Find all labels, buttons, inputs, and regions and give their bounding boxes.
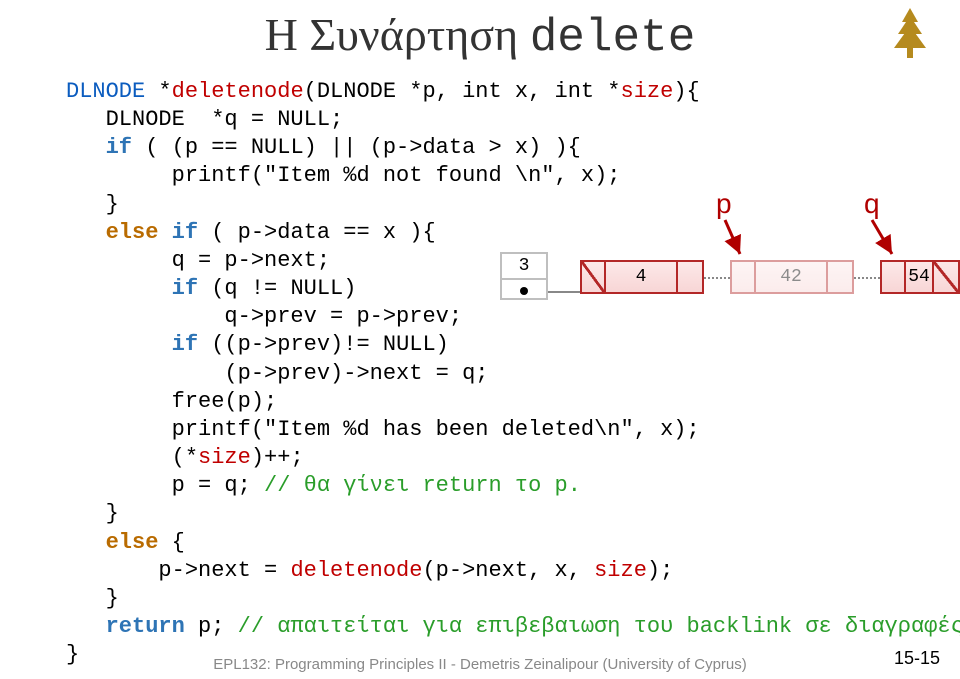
tok: )++; xyxy=(251,445,304,470)
size-count: 3 xyxy=(502,254,546,280)
tok: { xyxy=(158,530,184,555)
tok: ); xyxy=(647,558,673,583)
tok: size xyxy=(198,445,251,470)
tok: (DLNODE *p, int x, int * xyxy=(304,79,621,104)
tok: (p->prev)->next = q; xyxy=(66,361,488,386)
pointer-arrows-icon xyxy=(520,192,940,322)
link-line-icon xyxy=(854,277,880,279)
tok: if xyxy=(172,332,198,357)
tok: } xyxy=(66,501,119,526)
tok: size xyxy=(594,558,647,583)
tok: ((p->prev)!= NULL) xyxy=(198,332,449,357)
tok: deletenode xyxy=(290,558,422,583)
tok: } xyxy=(66,586,119,611)
next-ptr-icon xyxy=(934,262,958,292)
tok: p; xyxy=(185,614,238,639)
tok: ){ xyxy=(673,79,699,104)
tok: (q != NULL) xyxy=(198,276,356,301)
tok: ( (p == NULL) || (p->data > x) ){ xyxy=(132,135,581,160)
node-1: 4 xyxy=(580,260,704,294)
tok: * xyxy=(145,79,171,104)
size-box: 3 xyxy=(500,252,548,300)
tok: p = q; xyxy=(66,473,264,498)
tok: ( p->data == x ){ xyxy=(198,220,436,245)
prev-ptr-icon xyxy=(882,262,906,292)
tok: // θα γίνει return το p. xyxy=(264,473,581,498)
title-func: delete xyxy=(530,12,696,64)
tok: else xyxy=(106,220,159,245)
tok xyxy=(66,530,106,555)
tok: q->prev = p->prev; xyxy=(66,304,462,329)
tok xyxy=(66,332,172,357)
prev-ptr-icon xyxy=(732,262,756,292)
node-3: 54 xyxy=(880,260,960,294)
tok: printf("Item %d not found \n", x); xyxy=(66,163,621,188)
tok xyxy=(66,276,172,301)
title-greek: Η Συνάρτηση xyxy=(265,9,530,60)
prev-ptr-icon xyxy=(582,262,606,292)
node-value: 4 xyxy=(606,262,678,292)
tok: if xyxy=(172,276,198,301)
tok: p->next = xyxy=(66,558,290,583)
footer-text: EPL132: Programming Principles II - Deme… xyxy=(0,656,960,673)
next-ptr-icon xyxy=(678,262,702,292)
tok: size xyxy=(621,79,674,104)
linked-list-diagram: p q 3 4 42 xyxy=(520,192,940,322)
head-pointer-icon xyxy=(502,280,546,302)
tok: if xyxy=(172,220,198,245)
node-2-deleted: 42 xyxy=(730,260,854,294)
link-line-icon xyxy=(704,277,730,279)
node-value: 42 xyxy=(756,262,828,292)
tok xyxy=(158,220,171,245)
tok: DLNODE *q = NULL; xyxy=(66,107,343,132)
tok: // απαιτείται για επιβεβαιωση του backli… xyxy=(238,614,960,639)
tok: DLNODE xyxy=(66,79,145,104)
tok: free(p); xyxy=(66,389,277,414)
tok xyxy=(66,220,106,245)
tok: else xyxy=(106,530,159,555)
next-ptr-icon xyxy=(828,262,852,292)
slide: Η Συνάρτηση delete DLNODE *deletenode(DL… xyxy=(0,0,960,679)
tok: return xyxy=(106,614,185,639)
page-number: 15-15 xyxy=(894,648,940,669)
code-block: DLNODE *deletenode(DLNODE *p, int x, int… xyxy=(66,78,960,669)
tok: printf("Item %d has been deleted\n", x); xyxy=(66,417,700,442)
tok: (p->next, x, xyxy=(422,558,594,583)
slide-title: Η Συνάρτηση delete xyxy=(0,8,960,64)
tok: (* xyxy=(66,445,198,470)
link-line-icon xyxy=(548,291,580,293)
tok xyxy=(66,135,106,160)
tok: if xyxy=(106,135,132,160)
tok xyxy=(66,614,106,639)
tok: deletenode xyxy=(172,79,304,104)
tok: q = p->next; xyxy=(66,248,330,273)
tok: } xyxy=(66,192,119,217)
node-value: 54 xyxy=(906,262,934,292)
